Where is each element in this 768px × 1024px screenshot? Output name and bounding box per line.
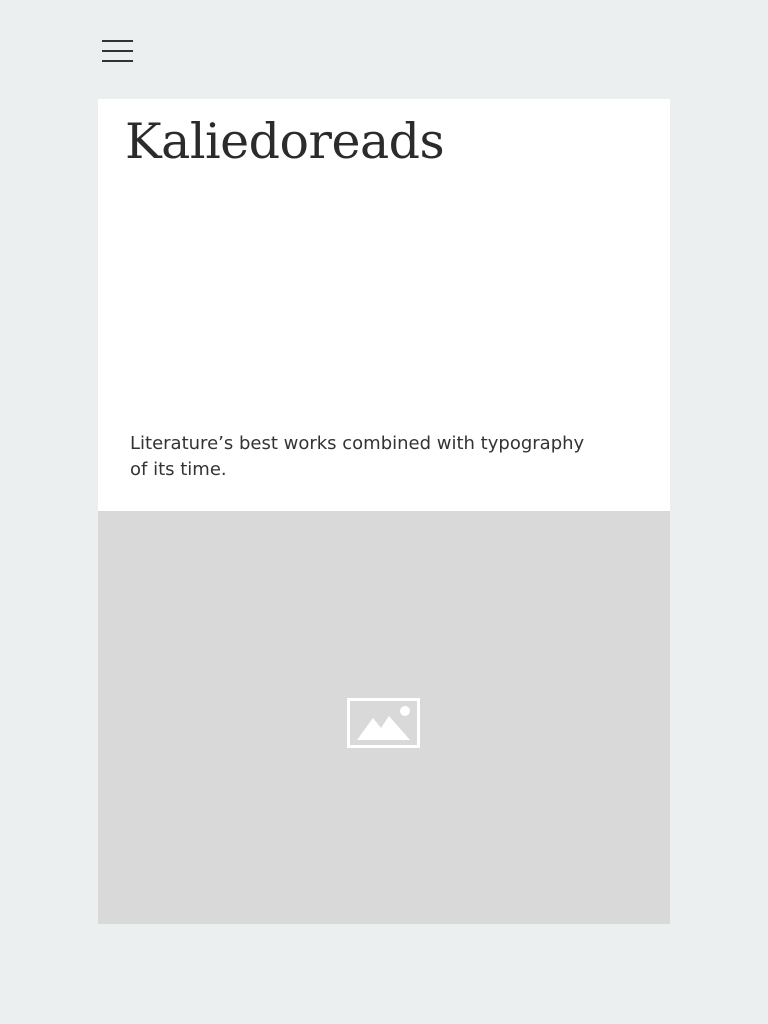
image-placeholder [98,511,670,924]
menu-button[interactable] [99,36,137,64]
site-title: Kaliedoreads [125,113,445,170]
image-placeholder-icon [347,698,420,748]
hero-card: Kaliedoreads Literature’s best works com… [98,99,670,924]
site-tagline: Literature’s best works combined with ty… [130,433,585,480]
hamburger-menu-icon [102,40,133,42]
